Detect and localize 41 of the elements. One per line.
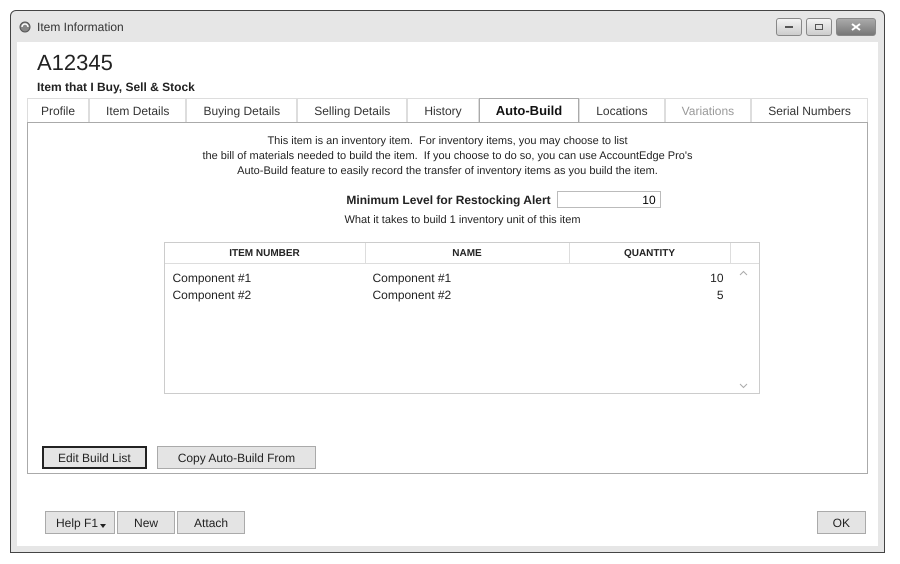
tab[interactable]: Buying Details	[186, 98, 298, 122]
tab[interactable]: Serial Numbers	[751, 98, 868, 122]
scroll-up-icon[interactable]	[738, 270, 748, 276]
scroll-down-icon[interactable]	[738, 383, 748, 389]
tab[interactable]: Item Details	[89, 98, 186, 122]
tab[interactable]: Locations	[579, 98, 665, 122]
edit-build-list-button[interactable]: Edit Build List	[42, 446, 147, 469]
description-text: the bill of materials needed to build the item. If you choose to do so, you can use AccountEdge Pro's	[202, 150, 693, 162]
table-cell-text: Component #2	[372, 288, 452, 302]
item-type: Item that I Buy, Sell & Stock	[37, 80, 196, 94]
tab[interactable]: Auto-Build	[478, 98, 580, 122]
footer-button[interactable]: Help F1	[45, 511, 116, 534]
tab[interactable]: Selling Details	[297, 98, 408, 122]
ok-button[interactable]: OK	[816, 511, 866, 534]
maximize-button[interactable]	[806, 18, 832, 36]
table-cell-text: 10	[709, 270, 724, 284]
app-icon	[19, 20, 31, 32]
restock-label: Minimum Level for Restocking Alert	[346, 192, 551, 206]
close-button[interactable]	[836, 18, 876, 36]
table-cell-text: 5	[716, 288, 724, 302]
description-text: This item is an inventory item. For inventory items, you may choose to list	[267, 135, 628, 147]
column-header[interactable]: QUANTITY	[570, 243, 730, 263]
footer-button[interactable]: New	[117, 511, 176, 534]
copy-auto-build-button[interactable]: Copy Auto-Build From	[156, 446, 316, 469]
restock-field[interactable]: 10	[556, 191, 661, 208]
tab[interactable]: Profile	[27, 98, 89, 122]
footer-button[interactable]: Attach	[177, 511, 246, 534]
table-cell-text: Component #2	[172, 288, 252, 302]
window-title: Item Information	[37, 20, 124, 34]
column-header[interactable]: NAME	[366, 243, 570, 263]
table-cell-text: Component #1	[172, 270, 252, 284]
close-icon	[851, 22, 861, 30]
build-caption: What it takes to build 1 inventory unit of this item	[344, 214, 580, 226]
minimize-button[interactable]	[776, 18, 802, 36]
caret-icon	[100, 524, 106, 528]
maximize-icon	[814, 22, 824, 30]
item-number: A12345	[37, 50, 114, 76]
column-header[interactable]: ITEM NUMBER	[164, 243, 366, 263]
description-text: Auto-Build feature to easily record the transfer of inventory items as you build the item.	[237, 165, 658, 177]
tab[interactable]: History	[407, 98, 479, 122]
table-cell-text: Component #1	[372, 270, 452, 284]
